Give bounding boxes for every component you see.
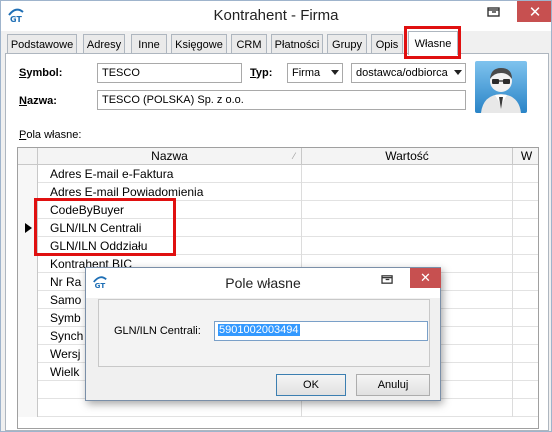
dialog-field-label: GLN/ILN Centrali: — [114, 325, 201, 337]
selected-value: 5901002003494 — [218, 324, 300, 336]
contractor-avatar-icon — [481, 68, 521, 113]
column-header-w[interactable]: W — [513, 148, 538, 165]
cancel-button[interactable]: Anuluj — [356, 374, 430, 396]
title-bar[interactable]: GT Kontrahent - Firma ✕ — [1, 1, 551, 31]
tab-podstawowe[interactable]: Podstawowe — [7, 34, 77, 54]
tab-adresy[interactable]: Adresy — [83, 34, 125, 54]
symbol-label: Symbol: — [19, 67, 63, 79]
close-icon: ✕ — [528, 3, 542, 21]
table-row[interactable] — [18, 399, 538, 417]
grid-header: Nazwa ⁄ Wartość W — [18, 148, 538, 165]
sort-handle-icon: ⁄ — [293, 151, 295, 161]
restore-icon — [380, 274, 393, 284]
column-header-wartosc[interactable]: Wartość — [302, 148, 513, 165]
chevron-down-icon — [331, 70, 339, 75]
ok-button[interactable]: OK — [276, 374, 346, 396]
symbol-field[interactable]: TESCO — [97, 63, 242, 83]
nazwa-field[interactable]: TESCO (POLSKA) Sp. z o.o. — [97, 90, 466, 110]
restore-icon — [487, 7, 500, 17]
current-row-arrow-icon — [25, 223, 32, 233]
rows-highlight-frame — [34, 198, 176, 256]
restore-button[interactable] — [481, 1, 507, 23]
close-button[interactable]: ✕ — [517, 1, 551, 22]
typ-label: Typ: — [250, 67, 273, 79]
role-select[interactable]: dostawca/odbiorca — [351, 63, 466, 83]
main-window: GT Kontrahent - Firma ✕ Podstawowe Adres… — [0, 0, 552, 432]
tab-opis[interactable]: Opis — [371, 34, 403, 54]
gln-centrali-input[interactable]: 5901002003494 — [214, 321, 428, 341]
table-row[interactable]: Adres E-mail e-Faktura — [18, 165, 538, 183]
custom-fields-label: Pola własne: — [19, 129, 82, 141]
avatar[interactable] — [475, 61, 527, 113]
tab-highlight-frame — [404, 26, 461, 59]
grid-header-indicator — [18, 148, 38, 165]
close-icon: ✕ — [420, 270, 431, 285]
dialog-close-button[interactable]: ✕ — [410, 268, 441, 288]
window-title: Kontrahent - Firma — [213, 7, 339, 24]
typ-select[interactable]: Firma — [287, 63, 343, 83]
column-header-nazwa[interactable]: Nazwa ⁄ — [38, 148, 302, 165]
tab-inne[interactable]: Inne — [131, 34, 167, 54]
tab-ksiegowe[interactable]: Księgowe — [171, 34, 227, 54]
tab-bar: Podstawowe Adresy Inne Księgowe CRM Płat… — [7, 31, 547, 55]
dialog-restore-button[interactable] — [376, 270, 398, 288]
tab-crm[interactable]: CRM — [231, 34, 267, 54]
custom-field-dialog: GT Pole własne ✕ GLN/ILN Centrali: 59010… — [85, 267, 441, 401]
tab-platnosci[interactable]: Płatności — [271, 34, 323, 54]
nazwa-label: Nazwa: — [19, 95, 57, 107]
dialog-title-bar[interactable]: GT Pole własne ✕ — [86, 268, 441, 298]
chevron-down-icon — [454, 70, 462, 75]
tab-grupy[interactable]: Grupy — [327, 34, 367, 54]
